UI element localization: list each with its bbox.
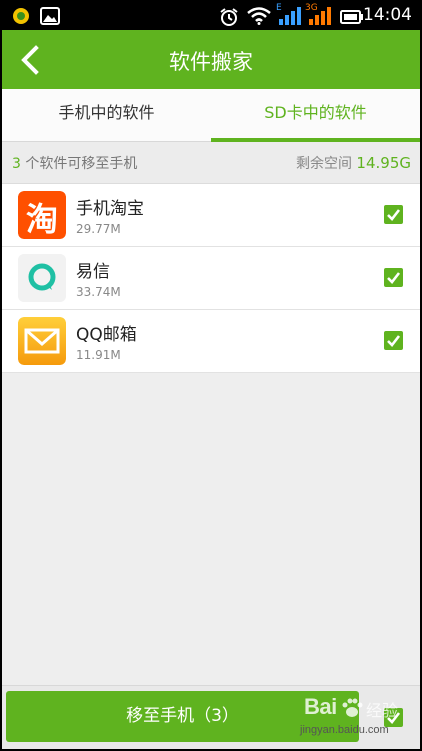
watermark-suffix: 经验 xyxy=(366,701,399,720)
wifi-icon xyxy=(247,7,271,29)
qqmail-icon xyxy=(18,317,66,365)
app-name: 手机淘宝 xyxy=(76,199,144,219)
app-size: 11.91M xyxy=(76,348,121,362)
remaining-space-value: 14.95G xyxy=(356,154,411,172)
phone-screen: E 3G 14:04 软件搬家 手机中的软件 SD卡中的软件 3 个软件可移至手… xyxy=(2,2,420,749)
app-checkbox[interactable] xyxy=(384,331,403,350)
list-item-qqmail[interactable]: QQ邮箱 11.91M xyxy=(2,310,420,373)
network-type-label: 3G xyxy=(305,3,318,13)
alarm-icon xyxy=(219,7,239,31)
list-item-taobao[interactable]: 淘 手机淘宝 29.77M xyxy=(2,184,420,247)
app-header: 软件搬家 xyxy=(2,30,420,89)
movable-count-suffix: 个软件可移至手机 xyxy=(20,156,138,172)
app-notification-icon xyxy=(12,7,30,29)
image-notification-icon xyxy=(40,7,60,29)
baidu-watermark: Bai 经验 jingyan.baidu.com xyxy=(298,694,418,742)
list-item-yixin[interactable]: 易信 33.74M xyxy=(2,247,420,310)
checkmark-icon xyxy=(387,272,401,284)
app-size: 29.77M xyxy=(76,222,121,236)
watermark-url: jingyan.baidu.com xyxy=(300,724,389,736)
bottom-action-bar: 移至手机（3） Bai 经验 jingyan.baidu.com xyxy=(2,685,420,749)
taobao-icon: 淘 xyxy=(18,191,66,239)
app-checkbox[interactable] xyxy=(384,268,403,287)
movable-count-text: 3 个软件可移至手机 xyxy=(12,153,137,173)
status-time: 14:04 xyxy=(363,5,412,25)
app-checkbox[interactable] xyxy=(384,205,403,224)
app-name: 易信 xyxy=(76,262,110,282)
app-name: QQ邮箱 xyxy=(76,325,137,345)
yixin-icon xyxy=(18,254,66,302)
remaining-space-label: 剩余空间 xyxy=(295,156,357,172)
watermark-brand: Bai xyxy=(304,694,337,719)
info-bar: 3 个软件可移至手机 剩余空间 14.95G xyxy=(2,142,420,184)
battery-icon xyxy=(340,9,364,28)
status-bar: E 3G 14:04 xyxy=(2,2,420,30)
checkmark-icon xyxy=(387,335,401,347)
app-size: 33.74M xyxy=(76,285,121,299)
checkmark-icon xyxy=(387,209,401,221)
taobao-icon-glyph: 淘 xyxy=(25,200,58,238)
tab-sd-card-apps[interactable]: SD卡中的软件 xyxy=(211,89,420,141)
remaining-space-text: 剩余空间 14.95G xyxy=(296,153,411,173)
signal-type-label: E xyxy=(276,3,282,13)
movable-count: 3 xyxy=(12,156,21,172)
page-title: 软件搬家 xyxy=(169,50,253,74)
tab-bar: 手机中的软件 SD卡中的软件 xyxy=(2,89,420,142)
tab-phone-apps[interactable]: 手机中的软件 xyxy=(2,89,211,141)
app-list: 淘 手机淘宝 29.77M 易信 33.74M QQ邮箱 11.91M xyxy=(2,184,420,373)
paw-icon xyxy=(342,698,363,717)
